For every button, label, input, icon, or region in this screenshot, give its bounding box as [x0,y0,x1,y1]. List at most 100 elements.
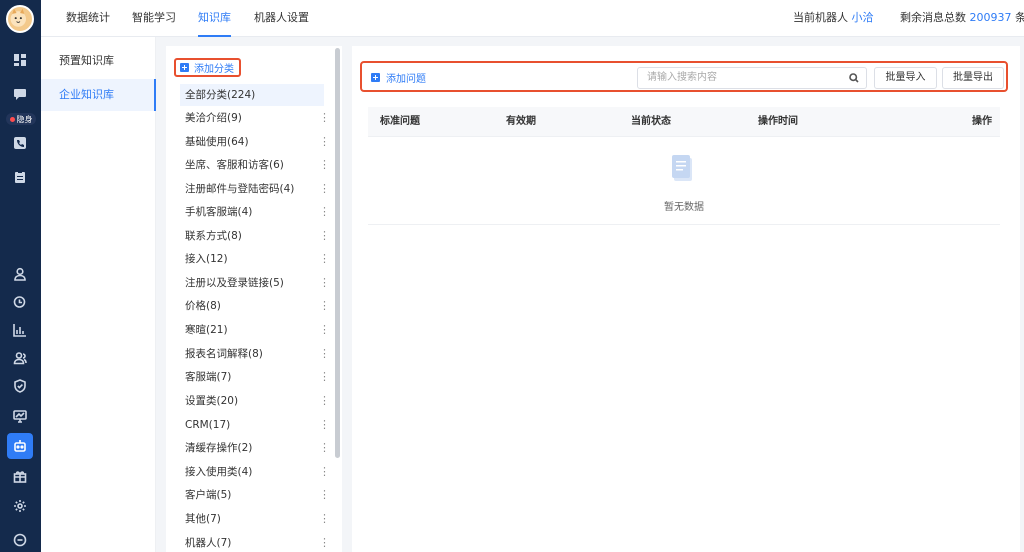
question-panel: 添加问题 请输入搜索内容 批量导入 批量导出 标准问题 有效期 当前状态 操作时… [352,46,1020,552]
category-item[interactable]: 注册以及登录链接(5) ⋮ [180,272,330,294]
remaining-unit: 条 [1015,11,1024,24]
current-robot-label: 当前机器人 [793,11,848,24]
more-vertical-icon[interactable]: ⋮ [319,484,330,506]
more-vertical-icon[interactable]: ⋮ [319,248,330,270]
category-label: 客户端(5) [185,489,232,501]
category-item[interactable]: 清缓存操作(2) ⋮ [180,437,330,459]
tab-robot-settings[interactable]: 机器人设置 [254,0,309,37]
gear-icon[interactable] [8,494,32,518]
add-question-button[interactable]: 添加问题 [371,70,426,85]
more-vertical-icon[interactable]: ⋮ [319,414,330,436]
category-label: 接入使用类(4) [185,466,253,478]
column-standard-question: 标准问题 [380,116,420,127]
category-label: 清缓存操作(2) [185,442,253,454]
phone-icon[interactable] [8,131,32,155]
chat-bubble-icon[interactable] [8,528,32,552]
category-item[interactable]: 价格(8) ⋮ [180,295,330,317]
category-item[interactable]: 基础使用(64) ⋮ [180,131,330,153]
category-label: 报表名词解释(8) [185,348,263,360]
avatar-cat-icon [10,8,26,27]
remaining-count: 200937 [969,11,1012,24]
nav-enterprise-knowledge-base[interactable]: 企业知识库 [41,79,156,111]
dashboard-icon[interactable] [8,48,32,72]
category-item[interactable]: CRM(17) ⋮ [180,414,330,436]
category-item[interactable]: 联系方式(8) ⋮ [180,225,330,247]
category-panel: 添加分类 全部分类(224) 美洽介绍(9) ⋮ 基础使用(64) ⋮ 坐席、客服和… [166,46,342,552]
more-vertical-icon[interactable]: ⋮ [319,532,330,552]
clipboard-icon[interactable] [8,165,32,189]
category-label: 手机客服端(4) [185,206,253,218]
category-label: 接入(12) [185,253,228,265]
add-category-label: 添加分类 [194,64,234,75]
plus-square-icon [180,63,189,72]
batch-export-button[interactable]: 批量导出 [942,67,1004,89]
icon-rail: 隐身 [0,0,41,552]
column-current-status: 当前状态 [631,116,671,127]
status-badge[interactable]: 隐身 [6,113,36,125]
tab-data-stats[interactable]: 数据统计 [66,0,110,37]
avatar[interactable] [6,5,34,33]
category-item[interactable]: 接入(12) ⋮ [180,248,330,270]
team-icon[interactable] [8,346,32,370]
category-label: 寒暄(21) [185,324,228,336]
more-vertical-icon[interactable]: ⋮ [319,319,330,341]
category-label: 客服端(7) [185,371,232,383]
more-vertical-icon[interactable]: ⋮ [319,366,330,388]
bar-chart-icon[interactable] [8,318,32,342]
more-vertical-icon[interactable]: ⋮ [319,131,330,153]
more-vertical-icon[interactable]: ⋮ [319,178,330,200]
search-placeholder: 请输入搜索内容 [647,72,717,83]
more-vertical-icon[interactable]: ⋮ [319,225,330,247]
robot-icon[interactable] [7,433,33,459]
monitor-icon[interactable] [8,404,32,428]
column-operation-time: 操作时间 [758,116,798,127]
current-robot-name[interactable]: 小洽 [852,11,874,24]
status-badge-label: 隐身 [16,114,33,124]
category-item[interactable]: 接入使用类(4) ⋮ [180,461,330,483]
nav-preset-knowledge-base[interactable]: 预置知识库 [41,45,156,77]
shield-icon[interactable] [8,374,32,398]
remaining-messages: 剩余消息总数 200937 条 [900,0,1024,37]
more-vertical-icon[interactable]: ⋮ [319,295,330,317]
column-validity: 有效期 [506,116,536,127]
tab-smart-learning[interactable]: 智能学习 [132,0,176,37]
category-item[interactable]: 其他(7) ⋮ [180,508,330,530]
category-label: 注册以及登录链接(5) [185,277,284,289]
more-vertical-icon[interactable]: ⋮ [319,107,330,129]
top-bar: 数据统计 智能学习 知识库 机器人设置 当前机器人 小洽 剩余消息总数 2009… [41,0,1024,37]
more-vertical-icon[interactable]: ⋮ [319,508,330,530]
empty-state: 暂无数据 [368,137,1000,225]
category-item[interactable]: 手机客服端(4) ⋮ [180,201,330,223]
category-item[interactable]: 寒暄(21) ⋮ [180,319,330,341]
category-item[interactable]: 坐席、客服和访客(6) ⋮ [180,154,330,176]
category-item[interactable]: 客户端(5) ⋮ [180,484,330,506]
category-label: 注册邮件与登陆密码(4) [185,183,295,195]
category-item[interactable]: 报表名词解释(8) ⋮ [180,343,330,365]
more-vertical-icon[interactable]: ⋮ [319,437,330,459]
search-input[interactable]: 请输入搜索内容 [637,67,867,89]
category-item[interactable]: 机器人(7) ⋮ [180,532,330,552]
user-icon[interactable] [8,262,32,286]
add-question-label: 添加问题 [386,74,426,85]
category-item[interactable]: 注册邮件与登陆密码(4) ⋮ [180,178,330,200]
tab-knowledge-base[interactable]: 知识库 [198,0,231,37]
chat-icon[interactable] [8,82,32,106]
current-robot: 当前机器人 小洽 [793,0,874,37]
more-vertical-icon[interactable]: ⋮ [319,201,330,223]
more-vertical-icon[interactable]: ⋮ [319,343,330,365]
more-vertical-icon[interactable]: ⋮ [319,461,330,483]
category-item[interactable]: 设置类(20) ⋮ [180,390,330,412]
add-category-button[interactable]: 添加分类 [174,58,241,77]
category-item[interactable]: 客服端(7) ⋮ [180,366,330,388]
category-label: 设置类(20) [185,395,239,407]
search-icon[interactable] [849,73,859,83]
more-vertical-icon[interactable]: ⋮ [319,272,330,294]
category-scrollbar[interactable] [335,48,340,458]
clock-icon[interactable] [8,290,32,314]
category-item[interactable]: 全部分类(224) [180,84,324,106]
more-vertical-icon[interactable]: ⋮ [319,154,330,176]
more-vertical-icon[interactable]: ⋮ [319,390,330,412]
gift-icon[interactable] [8,464,32,488]
batch-import-button[interactable]: 批量导入 [874,67,937,89]
category-item[interactable]: 美洽介绍(9) ⋮ [180,107,330,129]
